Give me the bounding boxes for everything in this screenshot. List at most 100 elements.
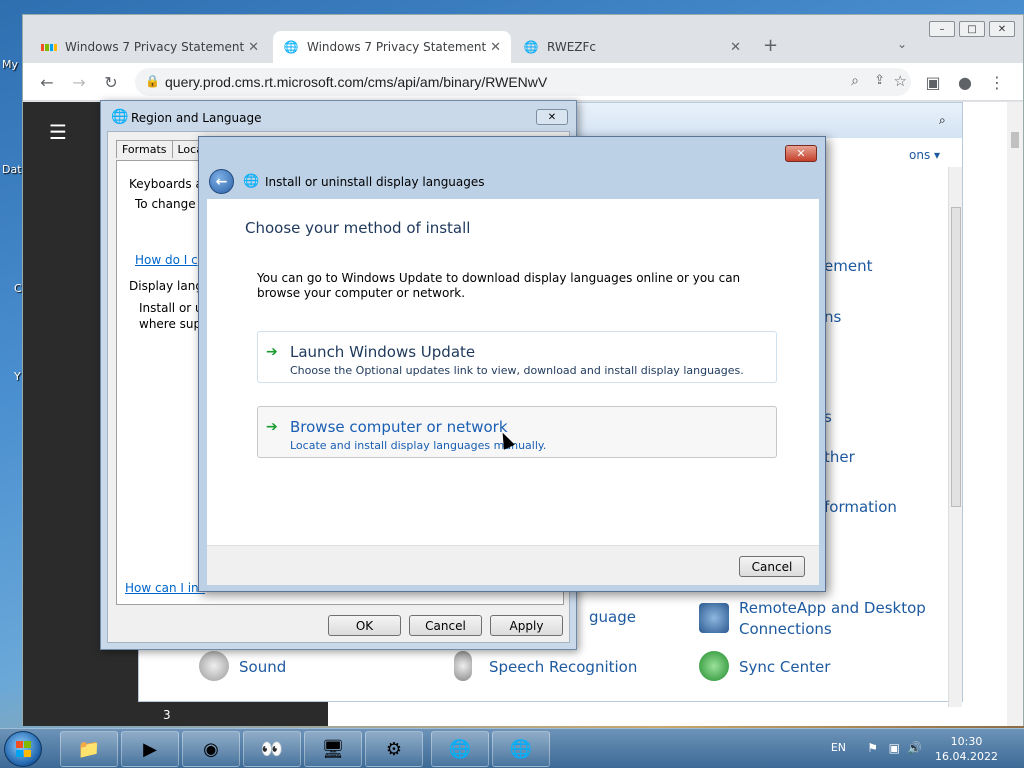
desktop-icon-label[interactable]: C	[14, 282, 22, 295]
help-link[interactable]: How can I ins	[125, 581, 205, 595]
view-options-link[interactable]: ons ▾	[909, 148, 940, 162]
dialog-title: Install or uninstall display languages	[265, 175, 485, 189]
new-tab-button[interactable]: +	[763, 35, 778, 56]
address-bar[interactable]: 🔒 query.prod.cms.rt.microsoft.com/cms/ap…	[135, 68, 911, 96]
forward-arrow-icon[interactable]: →	[69, 73, 89, 92]
globe-icon: 🌐	[523, 40, 539, 54]
language-install-taskbar-icon[interactable]: 🌐	[492, 731, 550, 767]
option-title[interactable]: Launch Windows Update	[290, 343, 475, 361]
group-text: Install or u	[139, 301, 203, 315]
windows-logo-icon	[16, 741, 32, 757]
browser-toolbar: ← → ↻ 🔒 query.prod.cms.rt.microsoft.com/…	[23, 63, 1023, 101]
explorer-taskbar-icon[interactable]: 📁	[60, 731, 118, 767]
sync-center-link[interactable]: Sync Center	[739, 658, 830, 676]
group-title: Display lang	[129, 279, 203, 293]
browse-computer-option[interactable]: ➔ Browse computer or network Locate and …	[257, 406, 777, 458]
help-link[interactable]: How do I c	[135, 253, 198, 267]
cancel-button[interactable]: Cancel	[409, 615, 482, 636]
page-heading: Choose your method of install	[245, 219, 471, 237]
menu-kebab-icon[interactable]: ⋮	[987, 73, 1007, 92]
browser-scrollbar[interactable]	[1007, 102, 1023, 726]
globe-icon: 🌐	[283, 40, 299, 54]
page-number: 3	[163, 708, 171, 722]
zoom-icon[interactable]: ⌕	[851, 73, 859, 89]
sync-icon	[699, 651, 729, 681]
control-panel-scrollbar[interactable]	[948, 167, 962, 707]
ok-button[interactable]: OK	[328, 615, 401, 636]
install-display-languages-dialog: ✕ ← 🌐 Install or uninstall display langu…	[198, 136, 826, 592]
microphone-icon	[454, 651, 472, 681]
scroll-thumb[interactable]	[1011, 132, 1019, 148]
network-icon[interactable]: ▣	[889, 741, 900, 755]
desktop-icon-label[interactable]: My	[2, 58, 18, 71]
option-title[interactable]: Browse computer or network	[290, 418, 508, 436]
reload-icon[interactable]: ↻	[101, 73, 121, 92]
chrome-taskbar-icon[interactable]: ◉	[182, 731, 240, 767]
dialog-title: Region and Language	[131, 111, 262, 125]
browser-tab-active[interactable]: 🌐 Windows 7 Privacy Statement ✕	[273, 31, 511, 63]
dialog-footer: Cancel	[207, 545, 819, 585]
remote-desktop-icon	[699, 603, 729, 633]
sidebar-panel-icon[interactable]: ▣	[923, 73, 943, 92]
settings-taskbar-icon[interactable]: ⚙	[365, 731, 423, 767]
control-panel-item[interactable]: ement	[824, 257, 872, 275]
control-panel-item[interactable]: ns	[824, 308, 841, 326]
date: 16.04.2022	[935, 750, 998, 763]
cancel-button[interactable]: Cancel	[739, 556, 805, 577]
back-arrow-icon[interactable]: ←	[37, 73, 57, 92]
control-panel-item[interactable]: formation	[824, 498, 897, 516]
action-center-flag-icon[interactable]: ⚑	[867, 741, 878, 755]
close-dialog-button[interactable]: ✕	[785, 145, 817, 162]
speech-recognition-link[interactable]: Speech Recognition	[489, 658, 637, 676]
launch-windows-update-option[interactable]: ➔ Launch Windows Update Choose the Optio…	[257, 331, 777, 383]
dialog-header: ← 🌐 Install or uninstall display languag…	[207, 167, 819, 197]
tab-title: Windows 7 Privacy Statement	[307, 40, 487, 54]
media-player-taskbar-icon[interactable]: ▶	[121, 731, 179, 767]
tab-formats[interactable]: Formats	[116, 140, 173, 158]
green-arrow-icon: ➔	[266, 344, 278, 360]
app-taskbar-icon[interactable]: 👀	[243, 731, 301, 767]
remoteapp-link[interactable]: RemoteApp and Desktop Connections	[739, 598, 959, 640]
browser-tab[interactable]: 🌐 RWEZFc ✕	[513, 31, 751, 63]
browser-tab[interactable]: Windows 7 Privacy Statement ✕	[31, 31, 269, 63]
start-button[interactable]	[4, 731, 42, 767]
globe-icon: 🌐	[243, 174, 260, 189]
window-controls: – □ ✕	[929, 21, 1015, 37]
taskbar: 📁 ▶ ◉ 👀 🖥 ⚙ 🌐 🌐 EN ⚑ ▣ 🔊 10:30 16.04.202…	[0, 728, 1024, 768]
clock[interactable]: 10:30 16.04.2022	[935, 734, 998, 764]
search-icon[interactable]: ⌕	[939, 113, 946, 128]
lock-icon[interactable]: 🔒	[145, 74, 160, 88]
bookmark-star-icon[interactable]: ☆	[894, 72, 907, 90]
hamburger-menu-icon[interactable]: ☰	[49, 120, 67, 144]
control-panel-item[interactable]: guage	[589, 608, 636, 626]
tab-strip: Windows 7 Privacy Statement ✕ 🌐 Windows …	[23, 15, 1023, 63]
group-text: where sup	[139, 317, 202, 331]
control-panel-item[interactable]: ther	[824, 448, 855, 466]
apply-button[interactable]: Apply	[490, 615, 563, 636]
close-tab-icon[interactable]: ✕	[490, 40, 501, 55]
share-icon[interactable]: ⇪	[874, 73, 885, 88]
back-arrow-icon[interactable]: ←	[209, 169, 234, 194]
language-indicator[interactable]: EN	[831, 741, 846, 754]
close-window-button[interactable]: ✕	[989, 21, 1015, 37]
close-tab-icon[interactable]: ✕	[248, 40, 259, 55]
close-dialog-button[interactable]: ✕	[536, 109, 568, 125]
volume-icon[interactable]: 🔊	[907, 741, 922, 755]
control-panel-taskbar-icon[interactable]: 🖥	[304, 731, 362, 767]
profile-avatar-icon[interactable]: ●	[955, 73, 975, 92]
tab-title: RWEZFc	[547, 40, 597, 54]
sound-link[interactable]: Sound	[239, 658, 286, 676]
url-text[interactable]: query.prod.cms.rt.microsoft.com/cms/api/…	[165, 74, 547, 90]
region-taskbar-icon[interactable]: 🌐	[431, 731, 489, 767]
maximize-button[interactable]: □	[959, 21, 985, 37]
desktop-icon-label[interactable]: Dat	[2, 163, 22, 176]
close-tab-icon[interactable]: ✕	[730, 40, 741, 55]
minimize-button[interactable]: –	[929, 21, 955, 37]
group-title: Keyboards a	[129, 177, 203, 191]
desktop-icon-label[interactable]: Y	[14, 370, 21, 383]
globe-icon: 🌐	[111, 109, 129, 125]
group-text: To change	[135, 197, 196, 211]
scroll-thumb[interactable]	[951, 207, 961, 507]
option-subtitle: Choose the Optional updates link to view…	[290, 364, 744, 377]
tab-search-chevron-icon[interactable]: ⌄	[897, 37, 907, 51]
